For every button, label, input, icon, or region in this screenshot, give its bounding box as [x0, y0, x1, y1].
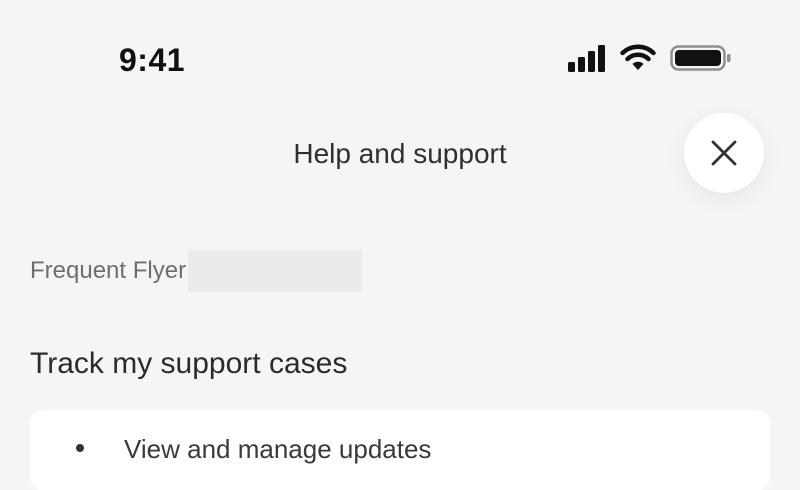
battery-icon: [670, 45, 731, 71]
close-button[interactable]: [684, 113, 764, 193]
frequent-flyer-label: Frequent Flyer: [30, 257, 187, 284]
status-icons: [566, 44, 736, 74]
frequent-flyer-row: Frequent Flyer: [30, 250, 363, 292]
status-bar: 9:41: [0, 0, 800, 110]
view-manage-updates-card[interactable]: View and manage updates: [30, 410, 770, 490]
support-cases-heading: Track my support cases: [30, 347, 348, 380]
wifi-icon: [620, 44, 656, 70]
cellular-signal-icon: [568, 45, 605, 72]
close-icon: [711, 140, 737, 166]
page-title: Help and support: [293, 138, 507, 169]
view-manage-updates-label: View and manage updates: [124, 434, 432, 464]
bullet-icon: [76, 444, 84, 452]
status-time: 9:41: [119, 42, 186, 78]
frequent-flyer-number-redacted: [188, 250, 363, 292]
